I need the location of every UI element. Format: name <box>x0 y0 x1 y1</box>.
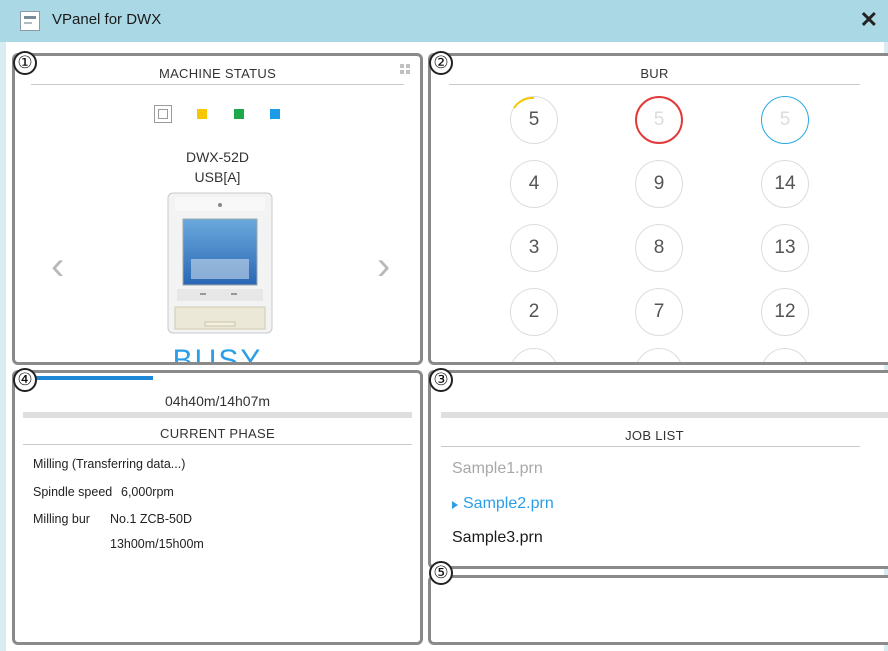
bur-usage-arc <box>513 96 535 109</box>
machine-status-text: BUSY <box>172 344 263 365</box>
bur-slot-3[interactable]: 3 <box>510 224 558 272</box>
bur-slot-1[interactable]: 1 <box>510 348 558 362</box>
swatch-white <box>154 105 172 123</box>
elapsed-time: 04h40m/14h07m <box>164 393 271 409</box>
job-list-title: JOB LIST <box>625 428 684 443</box>
active-job-marker-icon <box>452 501 458 509</box>
job-item-sample1[interactable]: Sample1.prn <box>452 460 543 478</box>
panel-number-4: ④ <box>13 368 37 392</box>
bur-title: BUR <box>640 66 669 81</box>
bur-slot-14[interactable]: 14 <box>761 160 809 208</box>
job-item-sample3[interactable]: Sample3.prn <box>452 529 543 547</box>
window-title: VPanel for DWX <box>52 11 162 28</box>
bur-slot-11[interactable]: 11 <box>761 348 809 362</box>
app-icon <box>20 11 40 31</box>
machine-image <box>165 189 275 337</box>
bur-slot-9[interactable]: 9 <box>635 160 683 208</box>
progress-track <box>32 376 400 380</box>
machine-model: DWX-52D <box>185 149 249 165</box>
grid-icon[interactable] <box>400 64 410 74</box>
phase-status: Milling (Transferring data...) <box>33 457 186 471</box>
spindle-speed-label: Spindle speed <box>33 485 113 499</box>
machine-port: USB[A] <box>194 169 241 185</box>
job-item-sample2[interactable]: Sample2.prn <box>463 495 554 513</box>
bur-slot-4[interactable]: 4 <box>510 160 558 208</box>
bur-slot-6[interactable]: 6 <box>635 348 683 362</box>
extra-panel <box>428 575 888 645</box>
swatch-blue <box>270 109 280 119</box>
current-phase-title: CURRENT PHASE <box>160 426 275 441</box>
milling-bur-time: 13h00m/15h00m <box>110 537 204 551</box>
bur-slot-7[interactable]: 7 <box>635 288 683 336</box>
bur-slot-12[interactable]: 12 <box>761 288 809 336</box>
title-bar: VPanel for DWX ✕ <box>0 0 888 42</box>
job-list-separator <box>441 412 888 418</box>
prev-machine-arrow[interactable]: ‹ <box>51 246 64 286</box>
spindle-speed-value: 6,000rpm <box>121 485 174 499</box>
bur-slot-5-c[interactable]: 5 <box>761 96 809 144</box>
milling-bur-label: Milling bur <box>33 512 90 526</box>
swatch-green <box>234 109 244 119</box>
progress-fill <box>32 376 154 380</box>
next-machine-arrow[interactable]: › <box>377 246 390 286</box>
panel-number-2: ② <box>429 51 453 75</box>
machine-status-panel: MACHINE STATUS DWX-52D USB[A] ‹ › BUSY <box>12 53 423 365</box>
milling-bur-value: No.1 ZCB-50D <box>110 512 192 526</box>
bur-slot-5-b[interactable]: 5 <box>635 96 683 144</box>
phase-separator <box>23 412 412 418</box>
panel-number-1: ① <box>13 51 37 75</box>
panel-number-3: ③ <box>429 368 453 392</box>
machine-status-title: MACHINE STATUS <box>158 66 277 81</box>
current-phase-panel: 04h40m/14h07m CURRENT PHASE Milling (Tra… <box>12 370 423 645</box>
close-icon[interactable]: ✕ <box>860 7 878 33</box>
job-list-panel: JOB LIST Sample1.prn Sample2.prn Sample3… <box>428 370 888 569</box>
bur-panel: BUR 5 5 5 4 9 14 3 8 13 2 7 12 1 6 11 <box>428 53 888 365</box>
bur-slot-8[interactable]: 8 <box>635 224 683 272</box>
swatch-yellow <box>197 109 207 119</box>
bur-slot-13[interactable]: 13 <box>761 224 809 272</box>
bur-slot-2[interactable]: 2 <box>510 288 558 336</box>
panel-number-5: ⑤ <box>429 561 453 585</box>
